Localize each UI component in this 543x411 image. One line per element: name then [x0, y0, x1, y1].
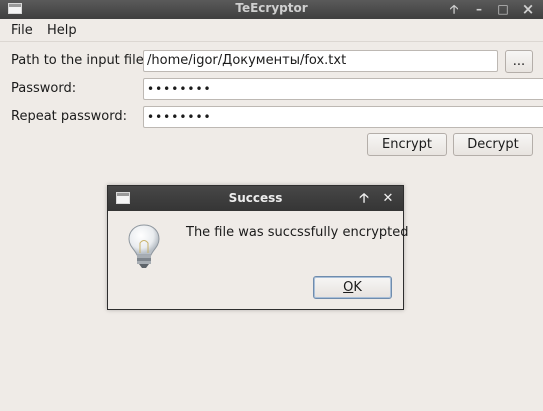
- path-label: Path to the input file:: [11, 53, 149, 68]
- path-input[interactable]: /home/igor/Документы/fox.txt: [143, 50, 498, 72]
- dialog-raise-icon[interactable]: 🡡: [355, 189, 373, 208]
- minimize-icon[interactable]: –: [468, 0, 490, 19]
- repeat-password-field[interactable]: ••••••••: [143, 106, 543, 128]
- decrypt-button[interactable]: Decrypt: [453, 133, 533, 156]
- browse-button[interactable]: ...: [505, 50, 533, 73]
- password-field[interactable]: ••••••••: [143, 78, 543, 100]
- success-dialog: Success 🡡 ✕ The file was succssfully enc…: [107, 185, 409, 310]
- repeat-password-label: Repeat password:: [11, 109, 127, 124]
- ok-label: K: [353, 280, 362, 295]
- dialog-message: The file was succssfully encrypted: [186, 225, 409, 240]
- window-titlebar[interactable]: TeEcryptor 🡡 – □ ×: [0, 0, 543, 19]
- dialog-close-icon[interactable]: ✕: [379, 189, 397, 208]
- maximize-icon[interactable]: □: [492, 0, 514, 19]
- lightbulb-icon: [128, 224, 160, 268]
- menu-help[interactable]: Help: [47, 23, 77, 38]
- dialog-titlebar[interactable]: Success 🡡 ✕: [108, 186, 403, 211]
- password-label: Password:: [11, 81, 77, 96]
- ok-button[interactable]: OK: [313, 276, 392, 299]
- raise-window-icon[interactable]: 🡡: [443, 0, 465, 19]
- menu-bar: File Help: [0, 19, 543, 42]
- close-icon[interactable]: ×: [517, 0, 539, 19]
- encrypt-button[interactable]: Encrypt: [367, 133, 447, 156]
- ok-mnemonic: O: [343, 280, 354, 295]
- menu-file[interactable]: File: [11, 23, 33, 38]
